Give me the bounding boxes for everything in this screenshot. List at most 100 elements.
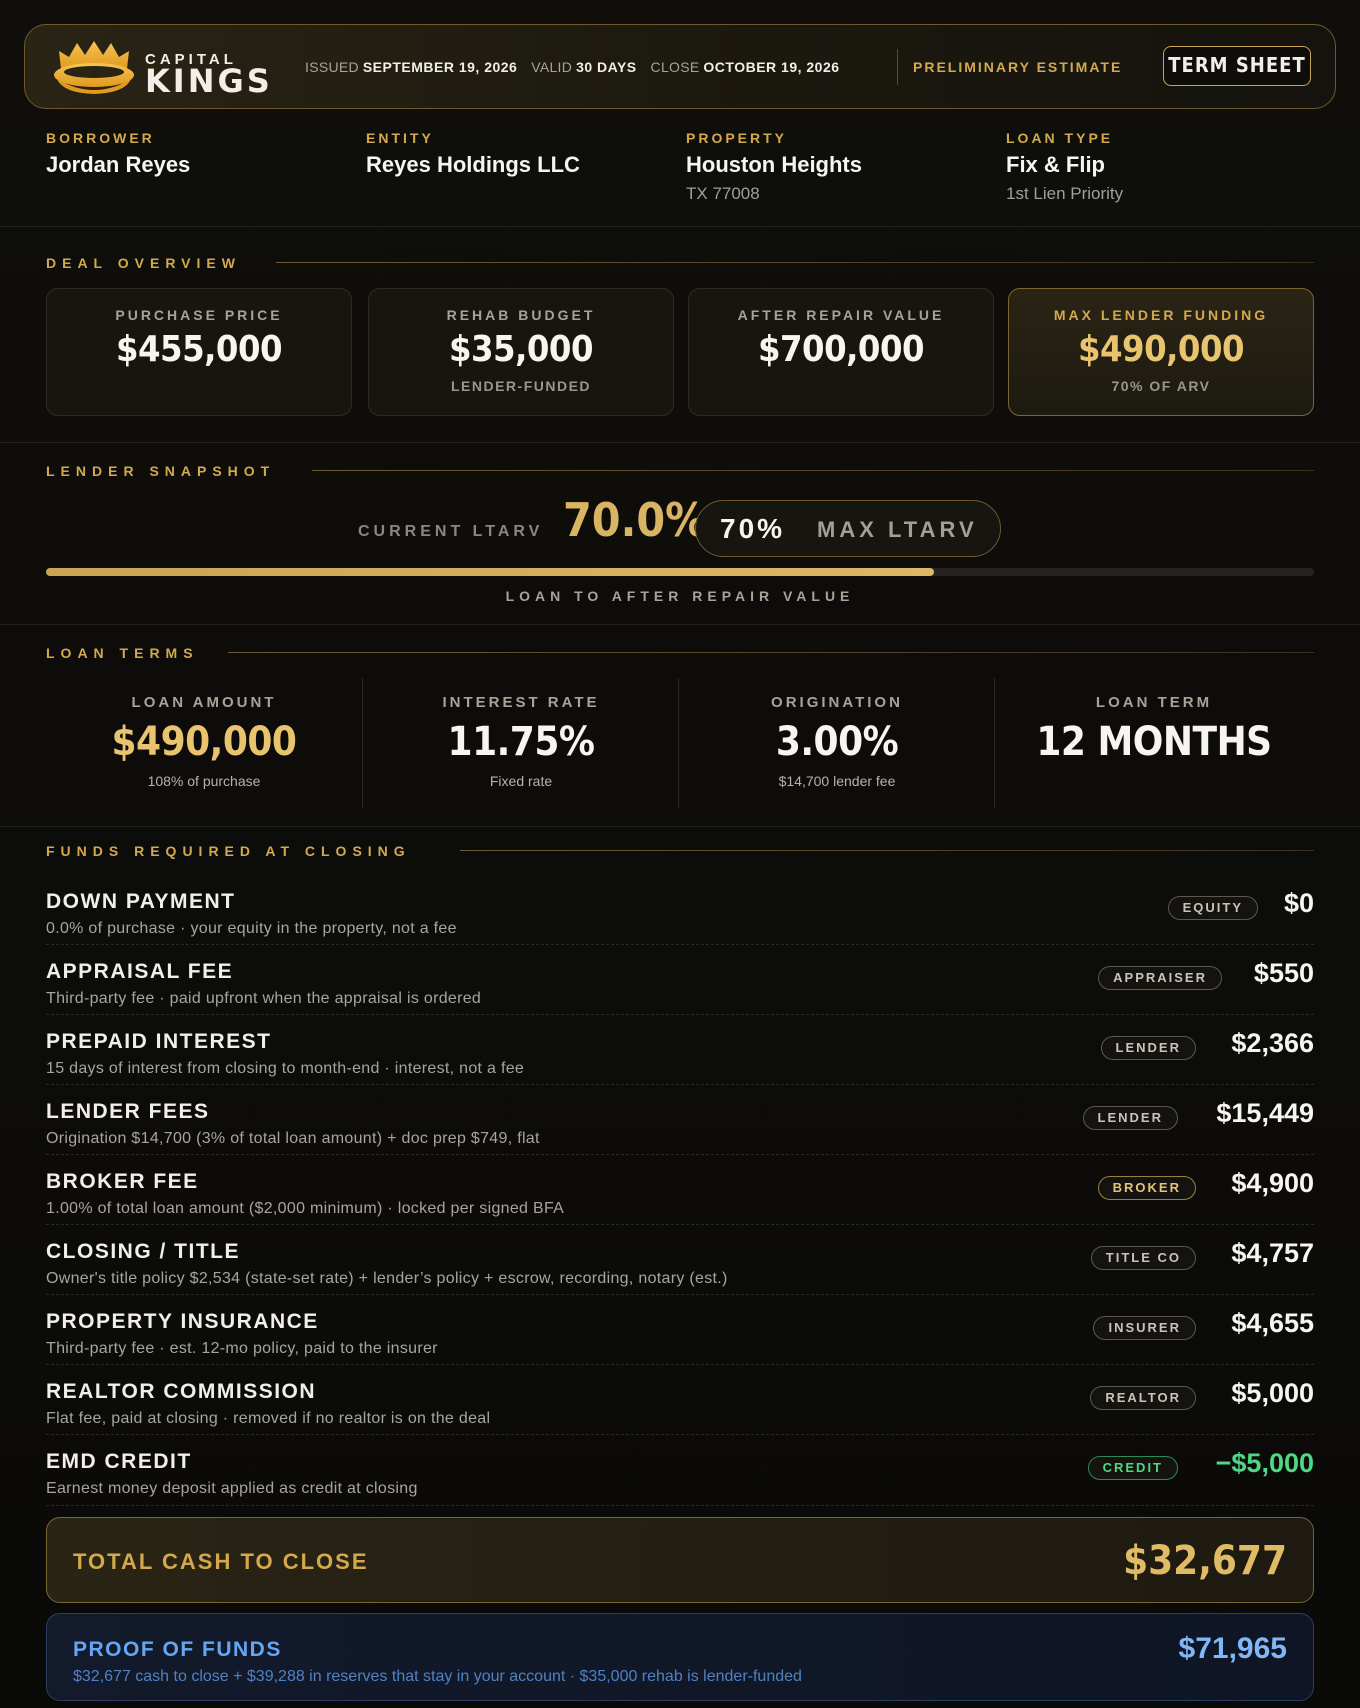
fund-desc: Origination $14,700 (3% of total loan am… — [46, 1130, 540, 1147]
party-label: BORROWER — [46, 130, 155, 146]
deal-overview-title: DEAL OVERVIEW — [46, 255, 241, 271]
payee-badge: EQUITY — [1167, 896, 1258, 920]
term-sheet-button[interactable]: TERM SHEET — [1163, 46, 1311, 86]
party-value: Houston Heights — [686, 152, 862, 177]
fund-row-prepaid-interest: PREPAID INTEREST 15 days of interest fro… — [46, 1026, 1314, 1096]
party-entity: ENTITY Reyes Holdings LLC — [366, 130, 580, 178]
fund-amount: $5,000 — [1231, 1378, 1314, 1408]
party-label: PROPERTY — [686, 130, 788, 146]
fund-desc: 15 days of interest from closing to mont… — [46, 1060, 525, 1077]
total-value: $32,677 — [1123, 1538, 1287, 1584]
brand-bottom: KINGS — [145, 62, 273, 100]
max-ltarv-percent: 70% — [720, 513, 786, 544]
term-interest-rate: INTEREST RATE 11.75% Fixed rate — [363, 694, 679, 789]
card-label: REHAB BUDGET — [446, 307, 596, 323]
pof-label: PROOF OF FUNDS — [73, 1638, 282, 1661]
fund-desc: 1.00% of total loan amount ($2,000 minim… — [46, 1200, 565, 1217]
fund-amount: $0 — [1283, 888, 1314, 918]
row-divider — [46, 1154, 1314, 1155]
term-origination: ORIGINATION 3.00% $14,700 lender fee — [679, 694, 995, 789]
row-divider — [46, 1434, 1314, 1435]
term-value: $490,000 — [111, 719, 297, 765]
fund-amount: $4,655 — [1231, 1308, 1314, 1338]
card-max-lender-funding: MAX LENDER FUNDING $490,000 70% OF ARV — [1008, 288, 1314, 416]
fund-amount: $4,900 — [1231, 1168, 1314, 1198]
status-label: PRELIMINARY ESTIMATE — [913, 59, 1123, 75]
fund-amount: $550 — [1253, 958, 1314, 988]
payee-badge: LENDER — [1100, 1036, 1196, 1060]
section-rule — [312, 470, 1314, 471]
card-value: $700,000 — [757, 329, 925, 370]
row-divider — [46, 1364, 1314, 1365]
term-label: ORIGINATION — [771, 694, 903, 711]
fund-amount: −$5,000 — [1215, 1448, 1314, 1478]
term-sheet-page: CAPITAL KINGS ISSUED SEPTEMBER 19, 2026 … — [0, 0, 1360, 1708]
section-divider — [0, 826, 1360, 827]
fund-title: LENDER FEES — [46, 1100, 210, 1123]
fund-row-realtor-commission: REALTOR COMMISSION Flat fee, paid at clo… — [46, 1376, 1314, 1446]
term-loan-term: LOAN TERM 12 MONTHS — [996, 694, 1312, 765]
payee-badge: INSURER — [1093, 1316, 1196, 1340]
party-label: ENTITY — [366, 130, 434, 146]
fund-title: CLOSING / TITLE — [46, 1240, 240, 1263]
pof-value: $71,965 — [1178, 1632, 1287, 1665]
row-divider — [46, 1224, 1314, 1225]
fund-desc: Third-party fee · paid upfront when the … — [46, 990, 482, 1007]
fund-amount: $15,449 — [1216, 1098, 1314, 1128]
close-value: OCTOBER 19, 2026 — [703, 59, 840, 75]
fund-title: REALTOR COMMISSION — [46, 1380, 317, 1403]
fund-row-appraisal-fee: APPRAISAL FEE Third-party fee · paid upf… — [46, 956, 1314, 1026]
funds-title: FUNDS REQUIRED AT CLOSING — [46, 843, 411, 859]
term-sub: $14,700 lender fee — [778, 773, 896, 789]
header-divider — [897, 49, 898, 85]
card-value: $490,000 — [1077, 329, 1245, 370]
header-bar: CAPITAL KINGS ISSUED SEPTEMBER 19, 2026 … — [24, 24, 1336, 109]
term-label: INTEREST RATE — [442, 694, 600, 711]
fund-row-lender-fees: LENDER FEES Origination $14,700 (3% of t… — [46, 1096, 1314, 1166]
fund-title: BROKER FEE — [46, 1170, 199, 1193]
row-divider — [46, 1505, 1314, 1506]
term-value: 11.75% — [447, 719, 595, 765]
issue-meta: ISSUED SEPTEMBER 19, 2026 VALID 30 DAYS … — [305, 59, 850, 75]
fund-desc: Third-party fee · est. 12-mo policy, pai… — [46, 1340, 438, 1357]
issued-value: SEPTEMBER 19, 2026 — [362, 59, 518, 75]
payee-badge: BROKER — [1097, 1176, 1196, 1200]
total-label: TOTAL CASH TO CLOSE — [73, 1549, 369, 1574]
close-label: CLOSE — [650, 59, 700, 75]
party-value: Jordan Reyes — [46, 152, 191, 177]
pof-desc: $32,677 cash to close + $39,288 in reser… — [73, 1668, 802, 1685]
term-loan-amount: LOAN AMOUNT $490,000 108% of purchase — [46, 694, 362, 789]
fund-desc: Flat fee, paid at closing · removed if n… — [46, 1410, 491, 1427]
section-divider — [0, 442, 1360, 443]
fund-row-property-insurance: PROPERTY INSURANCE Third-party fee · est… — [46, 1306, 1314, 1376]
term-value: 12 MONTHS — [1036, 719, 1272, 765]
current-ltarv-label: CURRENT LTARV — [358, 523, 544, 540]
payee-badge: TITLE CO — [1090, 1246, 1196, 1270]
payee-badge: LENDER — [1082, 1106, 1178, 1130]
fund-desc: 0.0% of purchase · your equity in the pr… — [46, 920, 457, 937]
fund-row-closing-title: CLOSING / TITLE Owner's title policy $2,… — [46, 1236, 1314, 1306]
payee-badge: CREDIT — [1087, 1456, 1178, 1480]
section-divider — [0, 624, 1360, 625]
payee-badge: APPRAISER — [1098, 966, 1222, 990]
card-sub: LENDER-FUNDED — [450, 378, 592, 394]
card-label: PURCHASE PRICE — [115, 307, 283, 323]
card-sub: 70% OF ARV — [1111, 378, 1211, 394]
fund-amount: $2,366 — [1231, 1028, 1314, 1058]
section-divider — [0, 226, 1360, 227]
fund-row-down-payment: DOWN PAYMENT 0.0% of purchase · your equ… — [46, 886, 1314, 956]
ltarv-progress-fill — [46, 568, 934, 576]
card-rehab-budget: REHAB BUDGET $35,000 LENDER-FUNDED — [368, 288, 674, 416]
proof-of-funds: PROOF OF FUNDS $32,677 cash to close + $… — [46, 1613, 1314, 1701]
row-divider — [46, 1294, 1314, 1295]
fund-amount: $4,757 — [1231, 1238, 1314, 1268]
section-rule — [228, 652, 1314, 653]
column-divider — [994, 678, 995, 808]
current-ltarv-value: 70.0% — [563, 493, 707, 547]
term-sub: 108% of purchase — [147, 773, 261, 789]
party-label: LOAN TYPE — [1006, 130, 1114, 146]
fund-row-broker-fee: BROKER FEE 1.00% of total loan amount ($… — [46, 1166, 1314, 1236]
party-property: PROPERTY Houston Heights TX 77008 — [686, 130, 862, 204]
term-label: LOAN TERM — [1095, 694, 1213, 711]
row-divider — [46, 1014, 1314, 1015]
